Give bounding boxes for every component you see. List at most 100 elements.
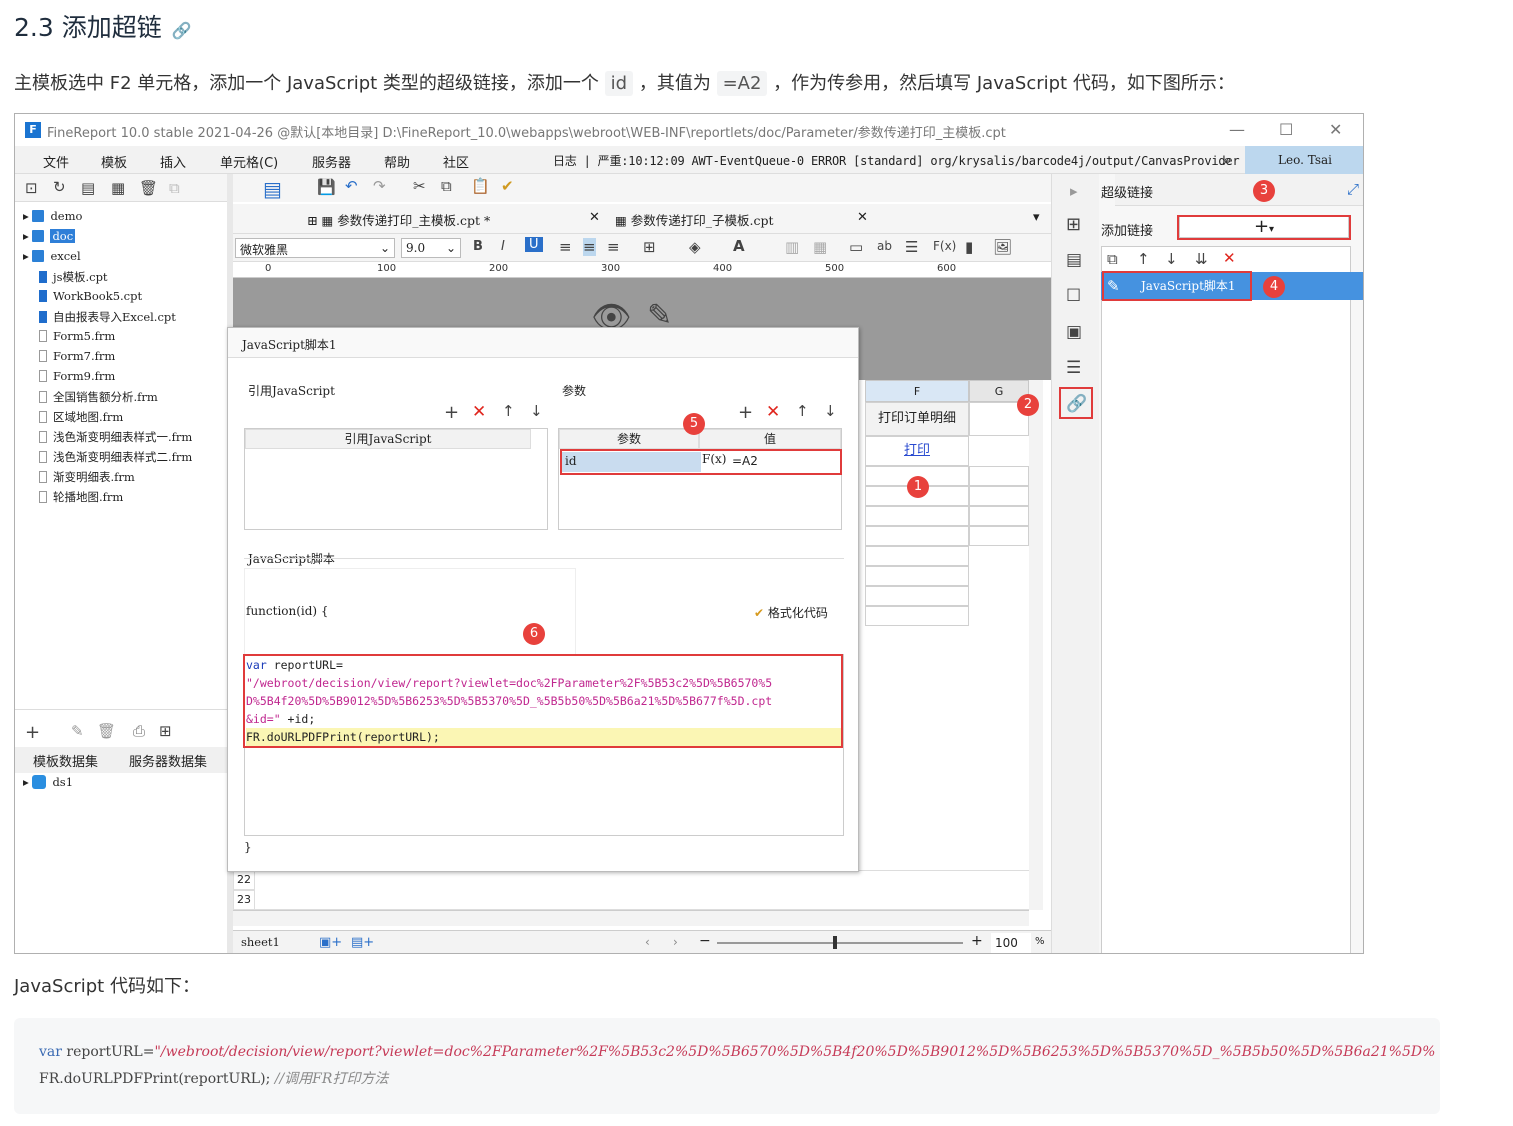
user-name[interactable]: Leo. Tsai: [1245, 146, 1363, 174]
tree-item[interactable]: 区域地图.frm: [39, 409, 123, 425]
copy-icon[interactable]: ⧉: [169, 179, 180, 197]
condition-icon[interactable]: ▣: [1066, 322, 1082, 342]
tree-item[interactable]: ▸ demo: [23, 209, 82, 223]
horizontal-scrollbar[interactable]: [233, 910, 1029, 926]
unmerge-icon[interactable]: ▦: [813, 238, 827, 256]
tree-item[interactable]: Form7.frm: [39, 349, 115, 363]
refresh-icon[interactable]: ↻: [53, 178, 66, 196]
sheet-tab[interactable]: sheet1: [241, 935, 280, 949]
cell[interactable]: [865, 586, 969, 606]
tree-item[interactable]: 浅色渐变明细表样式一.frm: [39, 429, 192, 445]
fill-color-icon[interactable]: ◈: [689, 238, 701, 256]
tab-server-dataset[interactable]: 服务器数据集: [129, 751, 207, 770]
cell-f1[interactable]: 打印订单明细: [865, 402, 969, 436]
log-message[interactable]: 日志 | 严重:10:12:09 AWT-EventQueue-0 ERROR …: [553, 152, 1240, 169]
format-code-button[interactable]: ✔ 格式化代码: [754, 604, 828, 621]
server-dataset-icon[interactable]: ⊞: [159, 722, 172, 740]
delete-icon[interactable]: 🗑: [139, 179, 158, 197]
preview-icon[interactable]: ⎙: [133, 722, 145, 740]
menu-template[interactable]: 模板: [101, 152, 127, 171]
close-tab-icon[interactable]: ✕: [589, 210, 600, 225]
open-icon[interactable]: ▤: [81, 179, 95, 197]
vertical-scrollbar[interactable]: [1029, 380, 1043, 910]
search-icon[interactable]: ⌕: [1223, 150, 1232, 170]
align-left-icon[interactable]: ≡: [559, 238, 572, 256]
maximize-icon[interactable]: ☐: [1279, 120, 1293, 139]
tree-item-selected[interactable]: ▸ doc: [23, 229, 76, 243]
text-icon[interactable]: ab: [877, 239, 892, 253]
tree-item[interactable]: 渐变明细表.frm: [39, 469, 135, 485]
image-icon[interactable]: 🖼: [993, 238, 1012, 256]
tab-sub-template[interactable]: ▦ 参数传递打印_子模板.cpt: [615, 210, 774, 229]
cell[interactable]: [969, 506, 1029, 526]
add-icon[interactable]: +: [444, 402, 459, 423]
save-icon[interactable]: 💾: [317, 178, 336, 196]
zoom-slider[interactable]: [717, 942, 963, 944]
redo-icon[interactable]: ↷: [373, 177, 386, 195]
anchor-link-icon[interactable]: 🔗: [172, 21, 192, 40]
tree-item[interactable]: Form9.frm: [39, 369, 115, 383]
menu-help[interactable]: 帮助: [384, 152, 410, 171]
cell[interactable]: [865, 526, 969, 546]
font-size-select[interactable]: 9.0 ⌄: [401, 238, 461, 258]
tree-item[interactable]: 全国销售额分析.frm: [39, 389, 158, 405]
tab-menu-icon[interactable]: ▾: [1033, 210, 1040, 225]
cell-style-icon[interactable]: ▤: [1066, 250, 1082, 270]
list-icon[interactable]: ☰: [1066, 358, 1081, 378]
formula-icon[interactable]: F(x): [933, 239, 956, 253]
collapse-icon[interactable]: ▸: [1070, 182, 1078, 200]
delete-icon[interactable]: ✕: [1223, 249, 1236, 267]
paragraph-icon[interactable]: ☰: [905, 238, 918, 256]
insert-row-icon[interactable]: ▭: [849, 238, 863, 256]
chart-icon[interactable]: ▮: [965, 238, 973, 256]
next-sheet-icon[interactable]: ›: [673, 935, 678, 949]
tree-item[interactable]: ▸ excel: [23, 249, 81, 263]
align-right-icon[interactable]: ≡: [607, 238, 620, 256]
copy-icon[interactable]: ⧉: [1107, 250, 1118, 268]
sort-icon[interactable]: ⇊: [1195, 250, 1208, 268]
cell[interactable]: [969, 466, 1029, 486]
merge-icon[interactable]: ▥: [785, 238, 799, 256]
undo-icon[interactable]: ↶: [345, 177, 358, 195]
cell[interactable]: [969, 526, 1029, 546]
move-up-icon[interactable]: ↑: [502, 402, 515, 420]
menu-file[interactable]: 文件: [43, 152, 69, 171]
tree-item[interactable]: 浅色渐变明细表样式二.frm: [39, 449, 192, 465]
cell[interactable]: [865, 606, 969, 626]
menu-insert[interactable]: 插入: [160, 152, 186, 171]
delete-icon[interactable]: ✕: [472, 402, 486, 422]
underline-icon[interactable]: U: [525, 237, 543, 252]
minimize-icon[interactable]: —: [1229, 120, 1245, 139]
edit-icon[interactable]: ✎: [71, 722, 84, 740]
menu-cell[interactable]: 单元格(C): [220, 152, 278, 171]
add-icon[interactable]: +: [738, 402, 753, 423]
widget-icon[interactable]: ☐: [1066, 286, 1081, 306]
delete-icon[interactable]: ✕: [766, 402, 780, 422]
menu-community[interactable]: 社区: [443, 152, 469, 171]
column-header-f[interactable]: F: [865, 380, 969, 402]
format-painter-icon[interactable]: ✔: [501, 177, 514, 195]
cut-icon[interactable]: ✂: [413, 177, 426, 195]
border-icon[interactable]: ⊞: [643, 238, 656, 256]
tree-item[interactable]: 自由报表导入Excel.cpt: [39, 309, 176, 325]
add-report-icon[interactable]: ▤+: [351, 935, 374, 950]
delete-icon[interactable]: 🗑: [97, 722, 116, 740]
menu-server[interactable]: 服务器: [312, 152, 351, 171]
move-down-icon[interactable]: ↓: [824, 402, 837, 420]
template-icon[interactable]: ▤: [263, 177, 282, 201]
cell[interactable]: [865, 546, 969, 566]
italic-icon[interactable]: I: [501, 239, 505, 254]
zoom-thumb[interactable]: [833, 936, 837, 949]
cell-f2[interactable]: 打印: [865, 436, 969, 466]
font-color-icon[interactable]: A: [733, 237, 745, 255]
close-icon[interactable]: ✕: [1329, 120, 1342, 139]
cell-attr-icon[interactable]: ⊞: [1066, 214, 1081, 235]
paste-icon[interactable]: 📋: [471, 177, 490, 195]
prev-sheet-icon[interactable]: ‹: [645, 935, 650, 949]
zoom-input[interactable]: 100: [991, 933, 1031, 953]
tab-main-template[interactable]: ⊞ ▦ 参数传递打印_主模板.cpt *: [307, 210, 490, 229]
row-header-22[interactable]: 22: [233, 870, 255, 890]
bold-icon[interactable]: B: [473, 239, 483, 254]
tree-item[interactable]: Form5.frm: [39, 329, 115, 343]
align-center-icon[interactable]: ≡: [583, 238, 596, 256]
